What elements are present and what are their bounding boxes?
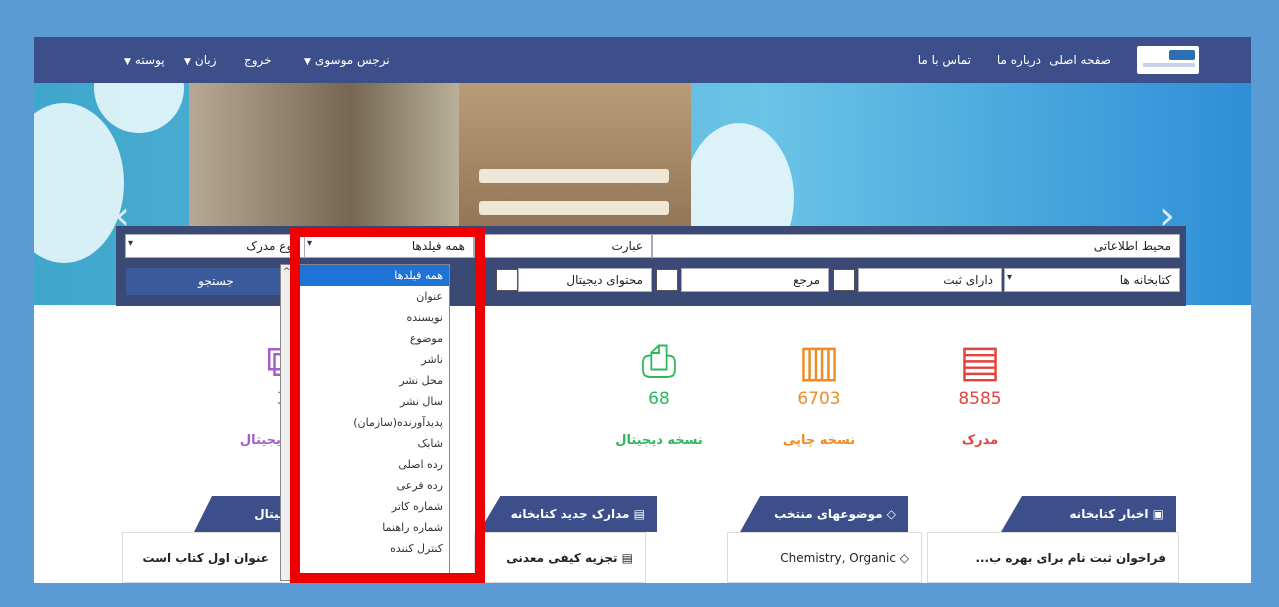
reference-label: مرجع [681,268,829,292]
language-label: زبان [194,53,217,67]
nav-contact-link[interactable]: تماس با ما [918,53,971,67]
stat-documents-label: مدرک [961,433,999,448]
top-navbar: صفحه اصلی درباره ما تماس با ما نرجس موسو… [34,37,1251,83]
topics-card[interactable]: ◇ Chemistry, Organic [727,532,922,583]
stat-print[interactable]: ▥ 6703 نسخه چاپی [739,336,899,449]
chevron-down-icon: ▼ [124,57,131,67]
red-highlight-box [290,227,485,583]
libraries-value: کتابخانه ها [1119,273,1171,287]
tab-topics-label: موضوعهای منتخب [774,507,883,521]
stat-digital[interactable]: ⎙ 68 نسخه دیجیتال [579,336,739,449]
user-menu[interactable]: نرجس موسوی▼ [304,53,390,67]
tab-news-label: اخبار کتابخانه [1069,507,1149,521]
registered-label: دارای ثبت [858,268,1002,292]
digital-checkbox[interactable] [496,269,518,291]
tab-news[interactable]: ▣ اخبار کتابخانه [1001,496,1176,532]
tab-topics[interactable]: ◇ موضوعهای منتخب [740,496,908,532]
browser-viewport: صفحه اصلی درباره ما تماس با ما نرجس موسو… [34,37,1251,583]
skin-label: پوسته [134,53,165,67]
phrase-input[interactable]: عبارت [474,234,652,258]
news-item-text: فراخوان ثبت نام برای بهره ب... [975,551,1166,565]
nav-home-link[interactable]: صفحه اصلی [1049,53,1111,67]
skin-menu[interactable]: پوسته▼ [124,53,165,67]
language-menu[interactable]: زبان▼ [184,53,217,67]
stat-digital-label: نسخه دیجیتال [615,433,703,448]
news-icon: ▣ [1148,507,1164,521]
digital-content-label: محتوای دیجیتال [518,268,652,292]
document-icon: ▤ [629,507,645,521]
topic-item-text: Chemistry, Organic [780,551,896,565]
registered-checkbox[interactable] [833,269,855,291]
digital-item-text: عنوان اول کتاب است [142,551,269,565]
pdf-icon: ⎙ [641,336,677,387]
doc-type-select[interactable]: ▾ نوع مدرک [125,234,305,258]
document-icon: ▤ [617,551,633,565]
phrase-label: عبارت [611,239,643,253]
site-logo[interactable] [1137,46,1199,74]
tag-icon: ◇ [895,551,909,565]
new-docs-card[interactable]: ▤ تجزیه کیفی معدنی [474,532,646,583]
logout-link[interactable]: خروج [244,53,272,67]
tab-new-docs[interactable]: ▤ مدارک جدید کتابخانه [479,496,657,532]
search-button[interactable]: جستجو [126,268,306,295]
chevron-down-icon: ▾ [1007,272,1013,283]
stat-documents-count: 8585 [958,389,1002,409]
news-card[interactable]: فراخوان ثبت نام برای بهره ب... [927,532,1179,583]
user-name: نرجس موسوی [314,53,390,67]
stat-documents[interactable]: ▤ 8585 مدرک [900,336,1060,449]
search-panel: ▾ نوع مدرک ▾ همه فیلدها عبارت محیط اطلاعات… [116,226,1186,306]
reference-checkbox[interactable] [656,269,678,291]
books-icon: ▥ [798,336,840,387]
environment-input[interactable]: محیط اطلاعاتی [652,234,1180,258]
libraries-select[interactable]: ▾ کتابخانه ها [1004,268,1180,292]
chevron-down-icon: ▾ [128,238,134,249]
tag-icon: ◇ [882,507,896,521]
new-doc-item-text: تجزیه کیفی معدنی [506,551,618,565]
stat-digital-count: 68 [648,389,670,409]
stat-print-label: نسخه چاپی [782,433,856,448]
stat-print-count: 6703 [797,389,841,409]
chevron-down-icon: ▼ [184,57,191,67]
tab-new-docs-label: مدارک جدید کتابخانه [510,507,630,521]
doc-type-value: نوع مدرک [246,239,296,253]
environment-label: محیط اطلاعاتی [1093,239,1171,253]
document-icon: ▤ [959,336,1001,387]
digital-card[interactable]: عنوان اول کتاب است [122,532,282,583]
chevron-down-icon: ▼ [304,57,311,67]
nav-about-link[interactable]: درباره ما [997,53,1041,67]
